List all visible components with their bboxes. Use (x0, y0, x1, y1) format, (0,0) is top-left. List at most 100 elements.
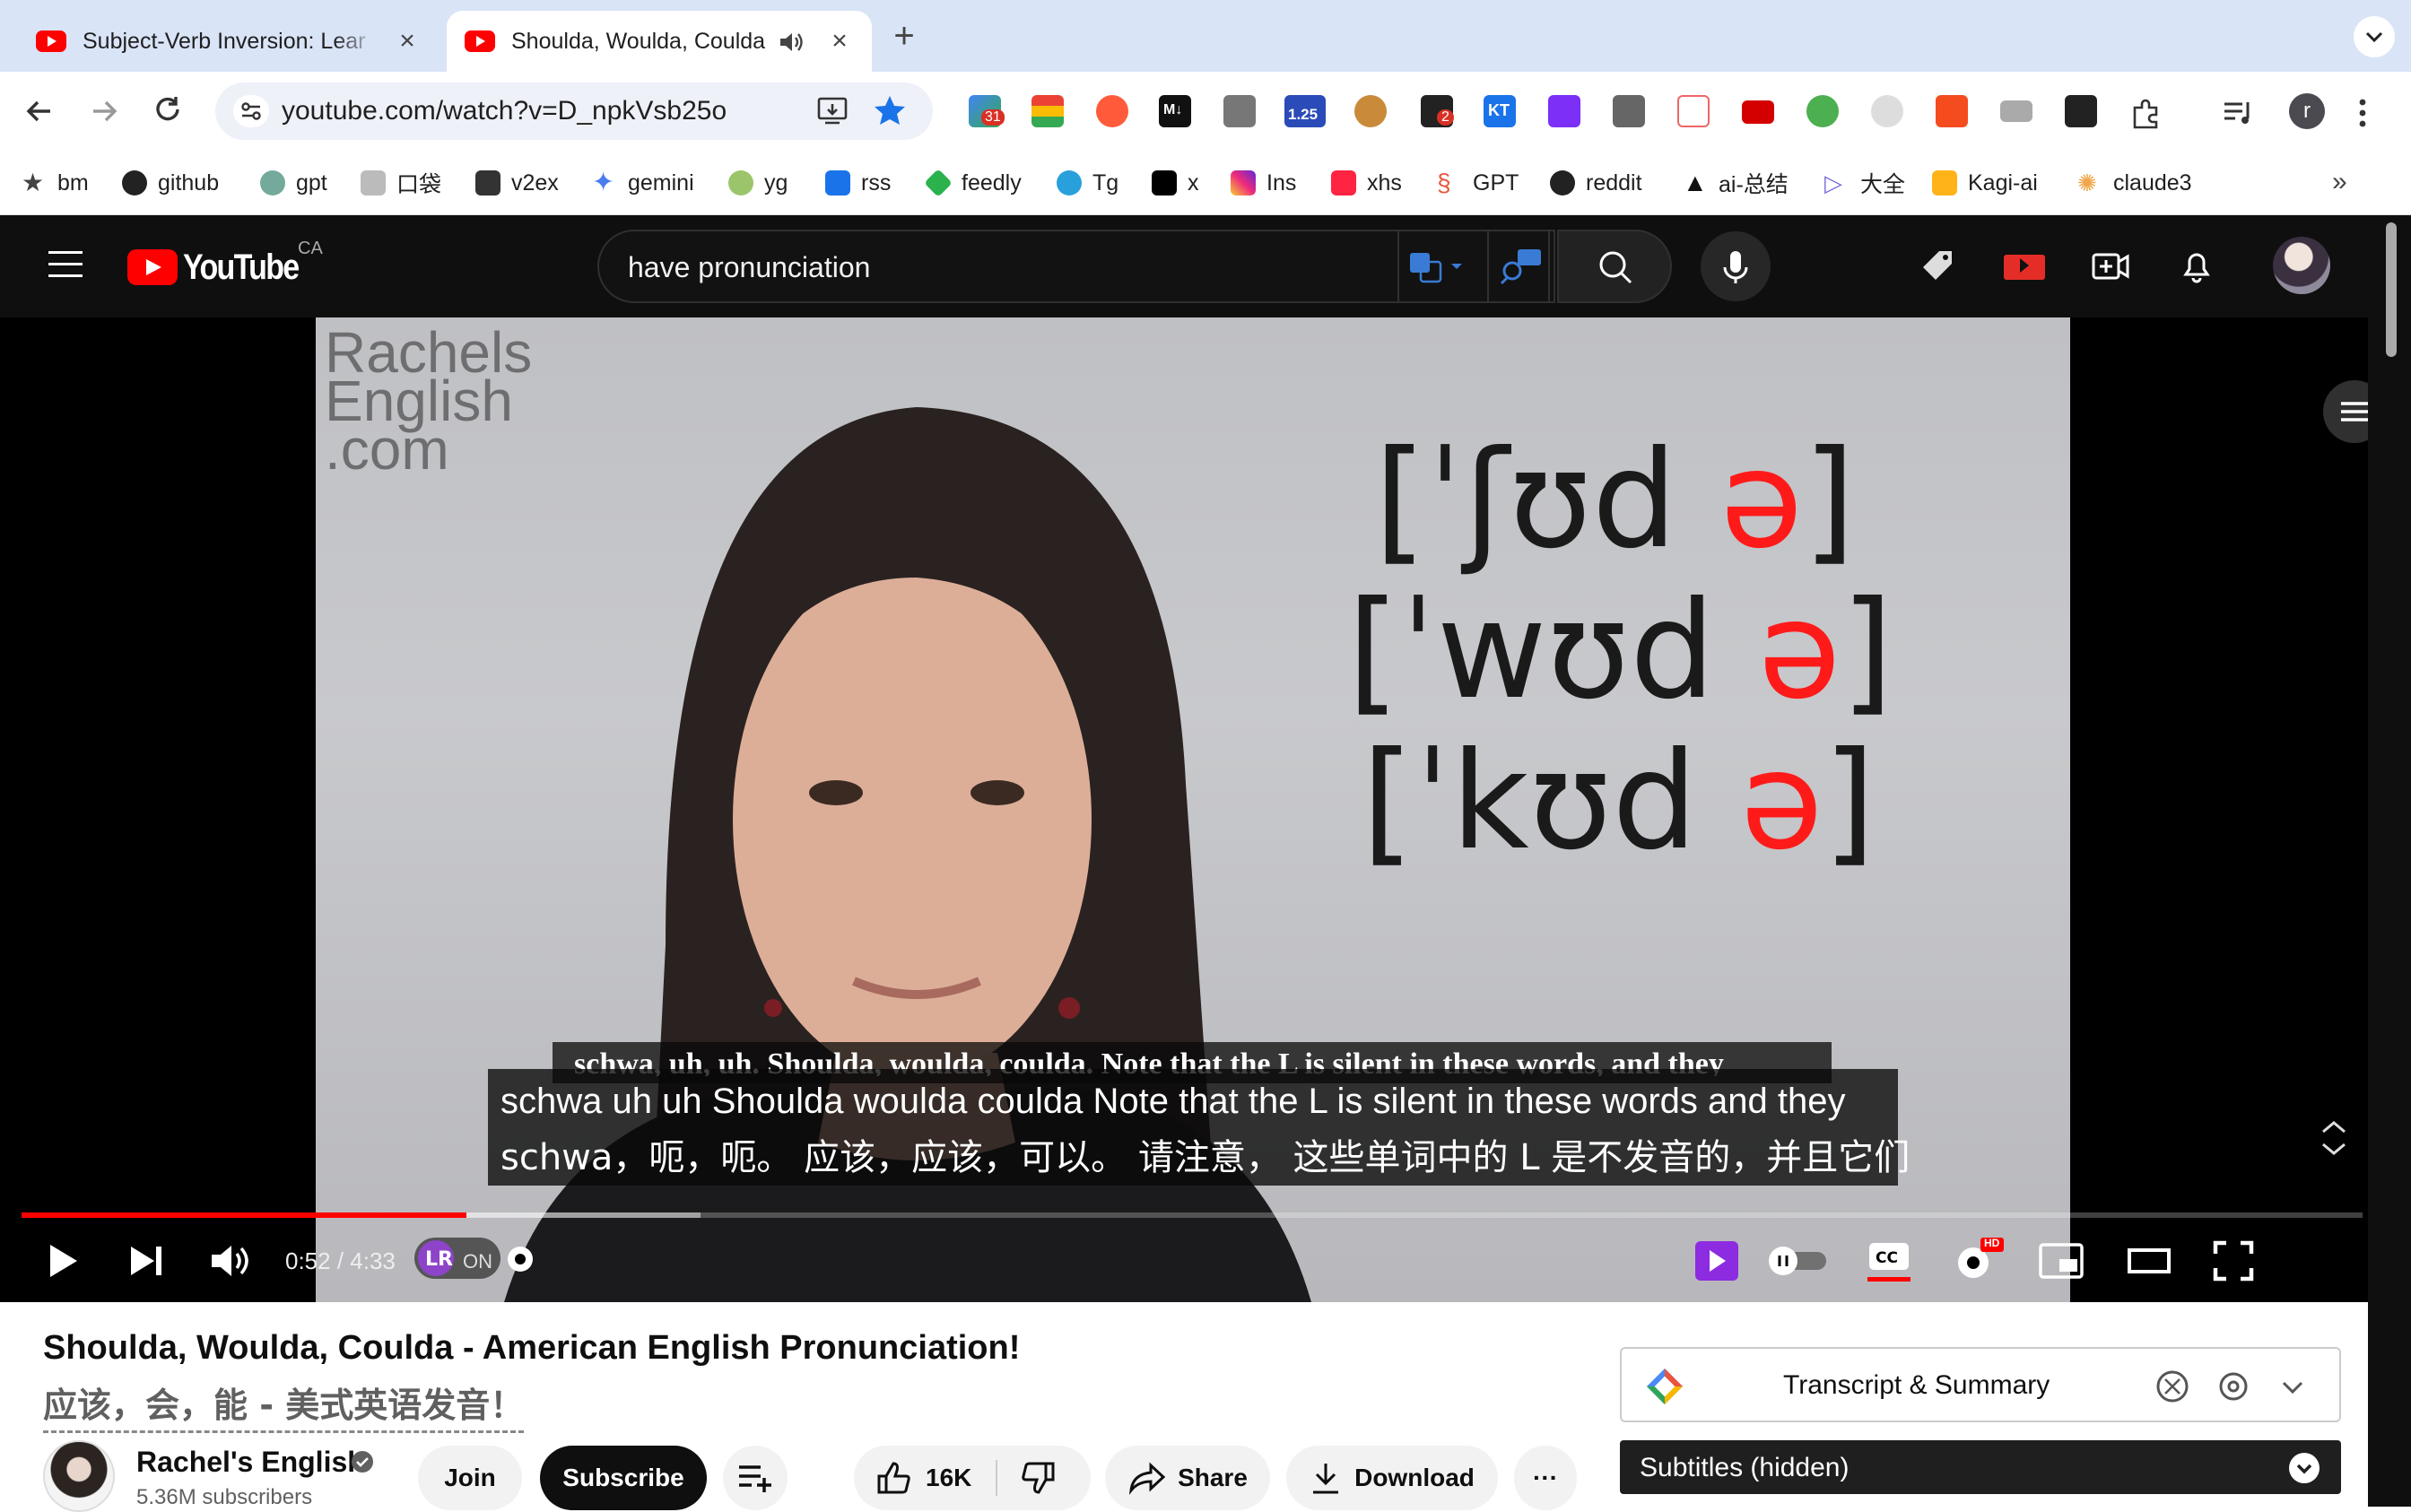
like-thumb-icon[interactable] (874, 1458, 913, 1498)
bookmark-tg[interactable]: Tg (1057, 165, 1118, 201)
markdown-extension-icon[interactable]: M↓ (1159, 95, 1191, 127)
bookmark-feedly[interactable]: feedly (924, 165, 1022, 201)
cube-extension-icon[interactable] (2065, 95, 2097, 127)
save-to-playlist-button[interactable] (723, 1446, 788, 1510)
transcript-summary-panel[interactable]: Transcript & Summary (1620, 1347, 2341, 1422)
video-player[interactable]: Rachels English .com [ˈʃʊd ə] [ˈwʊd ə] [… (0, 317, 2386, 1302)
voice-search-button[interactable] (1701, 231, 1771, 301)
account-avatar[interactable] (2273, 237, 2330, 294)
block-extension-icon[interactable] (1677, 95, 1710, 127)
bookmark-github[interactable]: github (122, 165, 219, 201)
captions-cc-icon[interactable]: CC (1864, 1236, 1914, 1284)
back-arrow-icon[interactable] (20, 91, 59, 131)
translate-button[interactable] (1397, 231, 1473, 301)
bookmark-pocket[interactable]: 口袋 (361, 165, 441, 201)
address-bar[interactable]: youtube.com/watch?v=D_npkVsb25o (215, 83, 933, 140)
more-bookmarks-icon[interactable]: » (2332, 167, 2347, 197)
bookmark-gpt2[interactable]: § GPT (1437, 165, 1519, 201)
bookmark-v2ex[interactable]: v2ex (475, 165, 559, 201)
dual-caption-window[interactable]: schwa uh uh Shoulda woulda coulda Note t… (488, 1069, 1910, 1186)
chevron-down-icon[interactable] (2275, 1369, 2311, 1404)
site-info-icon[interactable] (233, 95, 269, 127)
calendar-extension-icon[interactable]: 31 (969, 95, 1005, 127)
bookmark-rss[interactable]: rss (825, 165, 891, 201)
bookmark-daquan[interactable]: ▷ 大全 (1824, 165, 1905, 201)
video-speed-extension-icon[interactable]: 1.25 (1284, 95, 1326, 127)
reload-icon[interactable] (149, 91, 188, 131)
panel-settings-gear-icon[interactable] (2214, 1367, 2253, 1406)
search-input[interactable] (628, 249, 1363, 285)
tab-close-icon[interactable]: × (825, 27, 854, 56)
page-scrollbar[interactable] (2368, 215, 2411, 1507)
youtube-red-extension-icon[interactable] (2002, 244, 2047, 289)
pause-extension-icon[interactable] (1806, 95, 1839, 127)
channel-name[interactable]: Rachel's English (136, 1446, 365, 1479)
expand-collapse-icon[interactable] (2316, 1116, 2352, 1160)
play-extension-icon[interactable] (1548, 95, 1580, 127)
more-actions-button[interactable]: ··· (1514, 1446, 1577, 1510)
lr-settings-gear-icon[interactable] (500, 1239, 540, 1279)
forward-arrow-icon[interactable] (84, 91, 124, 131)
channel-avatar[interactable] (43, 1440, 115, 1512)
bookmark-gemini[interactable]: ✦ gemini (592, 165, 694, 201)
subscribe-button[interactable]: Subscribe (540, 1446, 707, 1510)
notifications-bell-icon[interactable] (2174, 244, 2219, 289)
guide-menu-icon[interactable] (48, 251, 83, 278)
purple-play-extension-icon[interactable] (1693, 1239, 1740, 1282)
share-button[interactable]: Share (1105, 1446, 1270, 1510)
bookmark-x[interactable]: x (1152, 165, 1199, 201)
media-control-icon[interactable] (2221, 97, 2257, 129)
tab-subject-verb-inversion[interactable]: Subject-Verb Inversion: Lear × (18, 11, 440, 72)
bookmark-claude3[interactable]: ✺ claude3 (2077, 165, 2192, 201)
bookmark-ai-summary[interactable]: ▲ ai-总结 (1683, 165, 1789, 201)
bookmark-star-icon[interactable] (872, 93, 908, 129)
download-extension-icon[interactable] (1223, 95, 1256, 127)
youtube-logo[interactable]: YouTube (127, 248, 318, 287)
bookmark-yg[interactable]: yg (728, 165, 788, 201)
subtitles-panel-bar[interactable]: Subtitles (hidden) (1620, 1440, 2341, 1494)
miniplayer-icon[interactable] (2038, 1241, 2085, 1281)
join-button[interactable]: Join (418, 1446, 522, 1510)
tab-close-icon[interactable]: × (393, 27, 422, 56)
caption-search-button[interactable] (1487, 231, 1550, 301)
bookmark-xhs[interactable]: xhs (1331, 165, 1402, 201)
eye-extension-icon[interactable] (1871, 95, 1903, 127)
scrollbar-thumb[interactable] (2386, 222, 2397, 357)
install-app-icon[interactable] (816, 95, 850, 127)
color-extension-icon[interactable] (1031, 95, 1064, 127)
chevron-down-icon[interactable] (2289, 1453, 2320, 1483)
notification-extension-icon[interactable]: 2 (1421, 95, 1454, 127)
autoplay-toggle[interactable] (1767, 1245, 1830, 1277)
create-video-icon[interactable] (2088, 244, 2133, 289)
theater-mode-icon[interactable] (2126, 1241, 2172, 1281)
tag-extension-icon[interactable] (1916, 244, 1961, 289)
bubbles-extension-icon[interactable] (1096, 95, 1128, 127)
bookmark-kagi[interactable]: Kagi-ai (1932, 165, 2038, 201)
bookmark-reddit[interactable]: reddit (1550, 165, 1642, 201)
progress-bar[interactable] (22, 1212, 2363, 1218)
download-button[interactable]: Download (1286, 1446, 1498, 1510)
url-text[interactable]: youtube.com/watch?v=D_npkVsb25o (282, 96, 727, 126)
bookmark-bm[interactable]: ★ bm (22, 165, 89, 201)
ublock-extension-icon[interactable] (1936, 95, 1968, 127)
fullscreen-icon[interactable] (2212, 1239, 2255, 1282)
profile-avatar[interactable]: r (2289, 93, 2325, 129)
bookmark-gpt[interactable]: gpt (260, 165, 327, 201)
extensions-puzzle-icon[interactable] (2128, 95, 2163, 131)
tab-search-button[interactable] (2354, 16, 2395, 57)
bookmark-ins[interactable]: Ins (1231, 165, 1296, 201)
youtube-extension-icon[interactable] (1742, 100, 1774, 124)
next-video-icon[interactable] (127, 1241, 167, 1281)
cookie-extension-icon[interactable] (1354, 95, 1387, 127)
kebab-menu-icon[interactable] (2355, 95, 2370, 131)
volume-icon[interactable] (208, 1239, 253, 1282)
tab-shoulda-woulda[interactable]: Shoulda, Woulda, Coulda × (447, 11, 872, 72)
keyboard-extension-icon[interactable] (2000, 100, 2032, 122)
search-button[interactable] (1557, 230, 1672, 303)
kt-extension-icon[interactable]: KT (1484, 95, 1516, 127)
new-tab-button[interactable]: + (886, 18, 922, 54)
folder-extension-icon[interactable] (1613, 95, 1645, 127)
audio-playing-icon[interactable] (779, 30, 804, 54)
play-icon[interactable] (45, 1241, 81, 1281)
openai-icon[interactable] (2153, 1367, 2192, 1406)
